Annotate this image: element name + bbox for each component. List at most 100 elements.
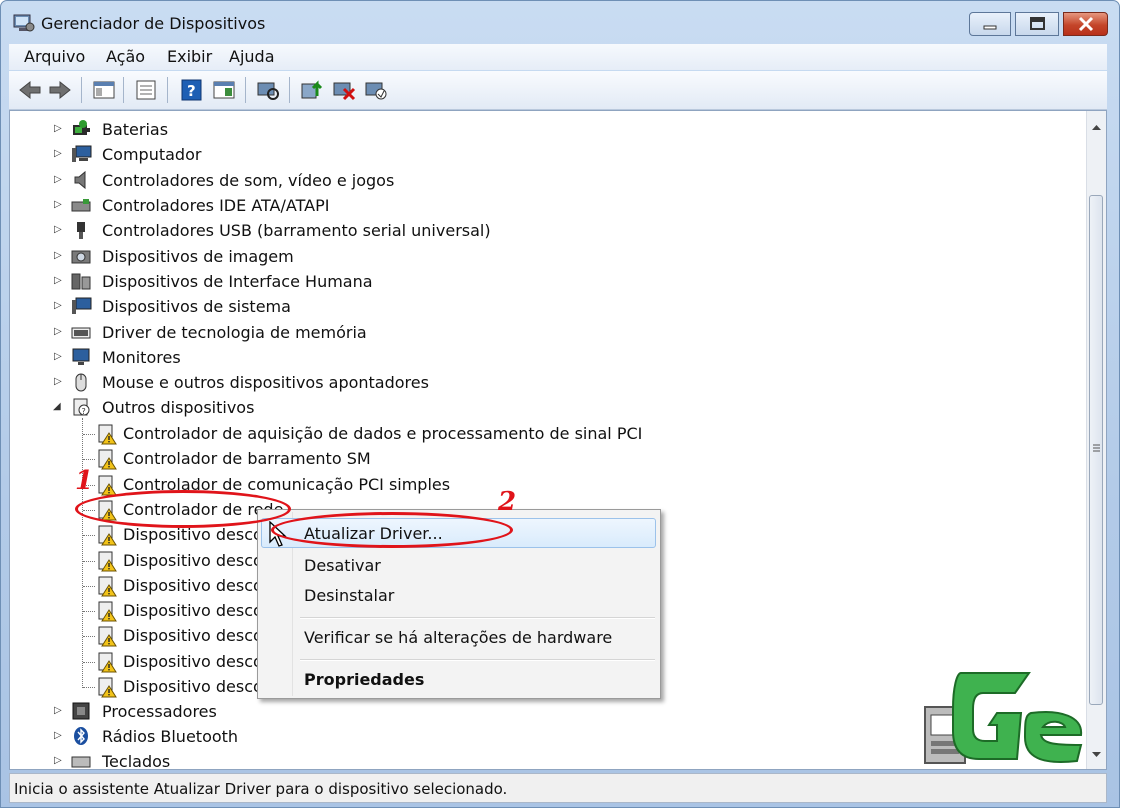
close-icon xyxy=(1078,16,1094,32)
properties-icon[interactable] xyxy=(133,78,159,102)
menu-acao[interactable]: Ação xyxy=(106,47,145,66)
mouse-icon xyxy=(75,373,87,392)
status-bar: Inicia o assistente Atualizar Driver par… xyxy=(9,773,1107,803)
forward-icon[interactable] xyxy=(47,78,73,102)
bluetooth-icon xyxy=(74,727,88,745)
update-driver-icon[interactable] xyxy=(299,78,325,102)
toolbar: ? xyxy=(9,71,1107,110)
expand-arrow-icon[interactable]: ▷ xyxy=(54,199,62,210)
tree-item-label: Dispositivo desco xyxy=(123,677,263,696)
expand-arrow-icon[interactable]: ▷ xyxy=(54,730,62,741)
tree-item-label: Dispositivos de Interface Humana xyxy=(102,272,373,291)
unknown-device-warning-icon xyxy=(98,677,117,698)
tree-item-label: Dispositivo desco xyxy=(123,626,263,645)
show-hide-console-tree-icon[interactable] xyxy=(91,78,117,102)
tree-item-label: Processadores xyxy=(102,702,217,721)
expand-arrow-icon[interactable]: ▷ xyxy=(54,326,62,337)
computer-icon xyxy=(72,145,92,162)
expand-arrow-icon[interactable]: ▷ xyxy=(54,123,62,134)
tree-item-label: Controladores IDE ATA/ATAPI xyxy=(102,196,330,215)
annotation-circle-2 xyxy=(271,512,513,548)
tree-item-label: Teclados xyxy=(102,752,171,770)
keyboard-icon xyxy=(71,756,91,768)
unknown-device-warning-icon xyxy=(98,475,117,496)
device-manager-window: Gerenciador de Dispositivos Arquivo Ação… xyxy=(0,0,1120,808)
battery-icon xyxy=(73,120,90,135)
tree-item-label: Dispositivos de sistema xyxy=(102,297,291,316)
watermark-logo xyxy=(924,672,1083,764)
memory-icon xyxy=(71,327,91,339)
scroll-down-icon[interactable] xyxy=(1091,751,1102,759)
expand-arrow-icon[interactable]: ▷ xyxy=(54,755,62,766)
maximize-button[interactable] xyxy=(1015,12,1059,36)
tree-item-label: Dispositivo desco xyxy=(123,601,263,620)
minimize-button[interactable] xyxy=(969,12,1011,36)
grip-icon xyxy=(1093,444,1100,452)
close-button[interactable] xyxy=(1063,12,1108,36)
minimize-icon xyxy=(983,25,997,30)
tree-item-label: Baterias xyxy=(102,120,169,139)
back-icon[interactable] xyxy=(17,78,43,102)
tree-item-label: Driver de tecnologia de memória xyxy=(102,323,367,342)
expand-arrow-icon[interactable]: ▷ xyxy=(54,351,62,362)
expand-arrow-icon[interactable]: ▷ xyxy=(54,174,62,185)
menu-item-properties[interactable]: Propriedades xyxy=(304,670,424,689)
tree-item-label: Computador xyxy=(102,145,202,164)
hid-icon xyxy=(71,273,91,290)
tree-item-label: Mouse e outros dispositivos apontadores xyxy=(102,373,429,392)
svg-text:?: ? xyxy=(82,407,86,416)
status-text: Inicia o assistente Atualizar Driver par… xyxy=(14,780,508,798)
uninstall-icon[interactable] xyxy=(331,78,357,102)
tree-item-label: Controlador de aquisição de dados e proc… xyxy=(123,424,643,443)
scrollbar-thumb[interactable] xyxy=(1089,195,1103,705)
action-pane-icon[interactable] xyxy=(211,78,237,102)
tree-item-label: Controlador de barramento SM xyxy=(123,449,371,468)
tree-item-label: Dispositivo desco xyxy=(123,652,263,671)
help-icon[interactable]: ? xyxy=(179,78,205,102)
tree-item-label: Controladores de som, vídeo e jogos xyxy=(102,171,395,190)
menu-bar: Arquivo Ação Exibir Ajuda xyxy=(9,44,1107,70)
maximize-icon xyxy=(1030,17,1045,30)
svg-text:?: ? xyxy=(187,82,196,100)
menu-arquivo[interactable]: Arquivo xyxy=(24,47,85,66)
annotation-number-1: 1 xyxy=(75,466,94,496)
tree-item-label: Monitores xyxy=(102,348,181,367)
vertical-scrollbar[interactable] xyxy=(1086,111,1106,769)
expand-arrow-icon[interactable]: ▷ xyxy=(54,224,62,235)
menu-exibir[interactable]: Exibir xyxy=(167,47,212,66)
expand-arrow-icon[interactable]: ▷ xyxy=(54,705,62,716)
unknown-device-warning-icon xyxy=(98,601,117,622)
processor-icon xyxy=(72,702,90,720)
scan-hardware-icon[interactable] xyxy=(255,78,281,102)
system-device-icon xyxy=(72,297,92,314)
scroll-up-icon[interactable] xyxy=(1091,123,1102,131)
expand-arrow-icon[interactable]: ▷ xyxy=(54,250,62,261)
collapse-arrow-icon[interactable]: ◢ xyxy=(53,401,61,412)
menu-item-scan-hardware[interactable]: Verificar se há alterações de hardware xyxy=(304,628,612,647)
menu-item-disable[interactable]: Desativar xyxy=(304,556,381,575)
expand-arrow-icon[interactable]: ▷ xyxy=(54,148,62,159)
title-bar[interactable]: Gerenciador de Dispositivos xyxy=(1,1,1119,45)
tree-item-label: Dispositivos de imagem xyxy=(102,247,294,266)
usb-icon xyxy=(77,222,85,239)
expand-arrow-icon[interactable]: ▷ xyxy=(54,376,62,387)
camera-icon xyxy=(71,250,91,264)
tree-item-label: Dispositivo desco xyxy=(123,576,263,595)
unknown-device-warning-icon xyxy=(98,424,117,445)
menu-item-uninstall[interactable]: Desinstalar xyxy=(304,586,394,605)
unknown-device-warning-icon xyxy=(98,525,117,546)
expand-arrow-icon[interactable]: ▷ xyxy=(54,275,62,286)
window-title: Gerenciador de Dispositivos xyxy=(41,14,266,33)
menu-ajuda[interactable]: Ajuda xyxy=(229,47,275,66)
unknown-device-warning-icon xyxy=(98,652,117,673)
unknown-device-warning-icon xyxy=(98,576,117,597)
tree-item-label: Rádios Bluetooth xyxy=(102,727,239,746)
unknown-device-warning-icon xyxy=(98,551,117,572)
tree-item-label: Controladores USB (barramento serial uni… xyxy=(102,221,491,240)
tree-item-label: Dispositivo desco xyxy=(123,551,263,570)
ide-icon xyxy=(71,199,91,212)
device-manager-icon xyxy=(13,14,35,32)
disable-icon[interactable] xyxy=(363,78,389,102)
expand-arrow-icon[interactable]: ▷ xyxy=(54,300,62,311)
monitor-icon xyxy=(72,348,90,365)
